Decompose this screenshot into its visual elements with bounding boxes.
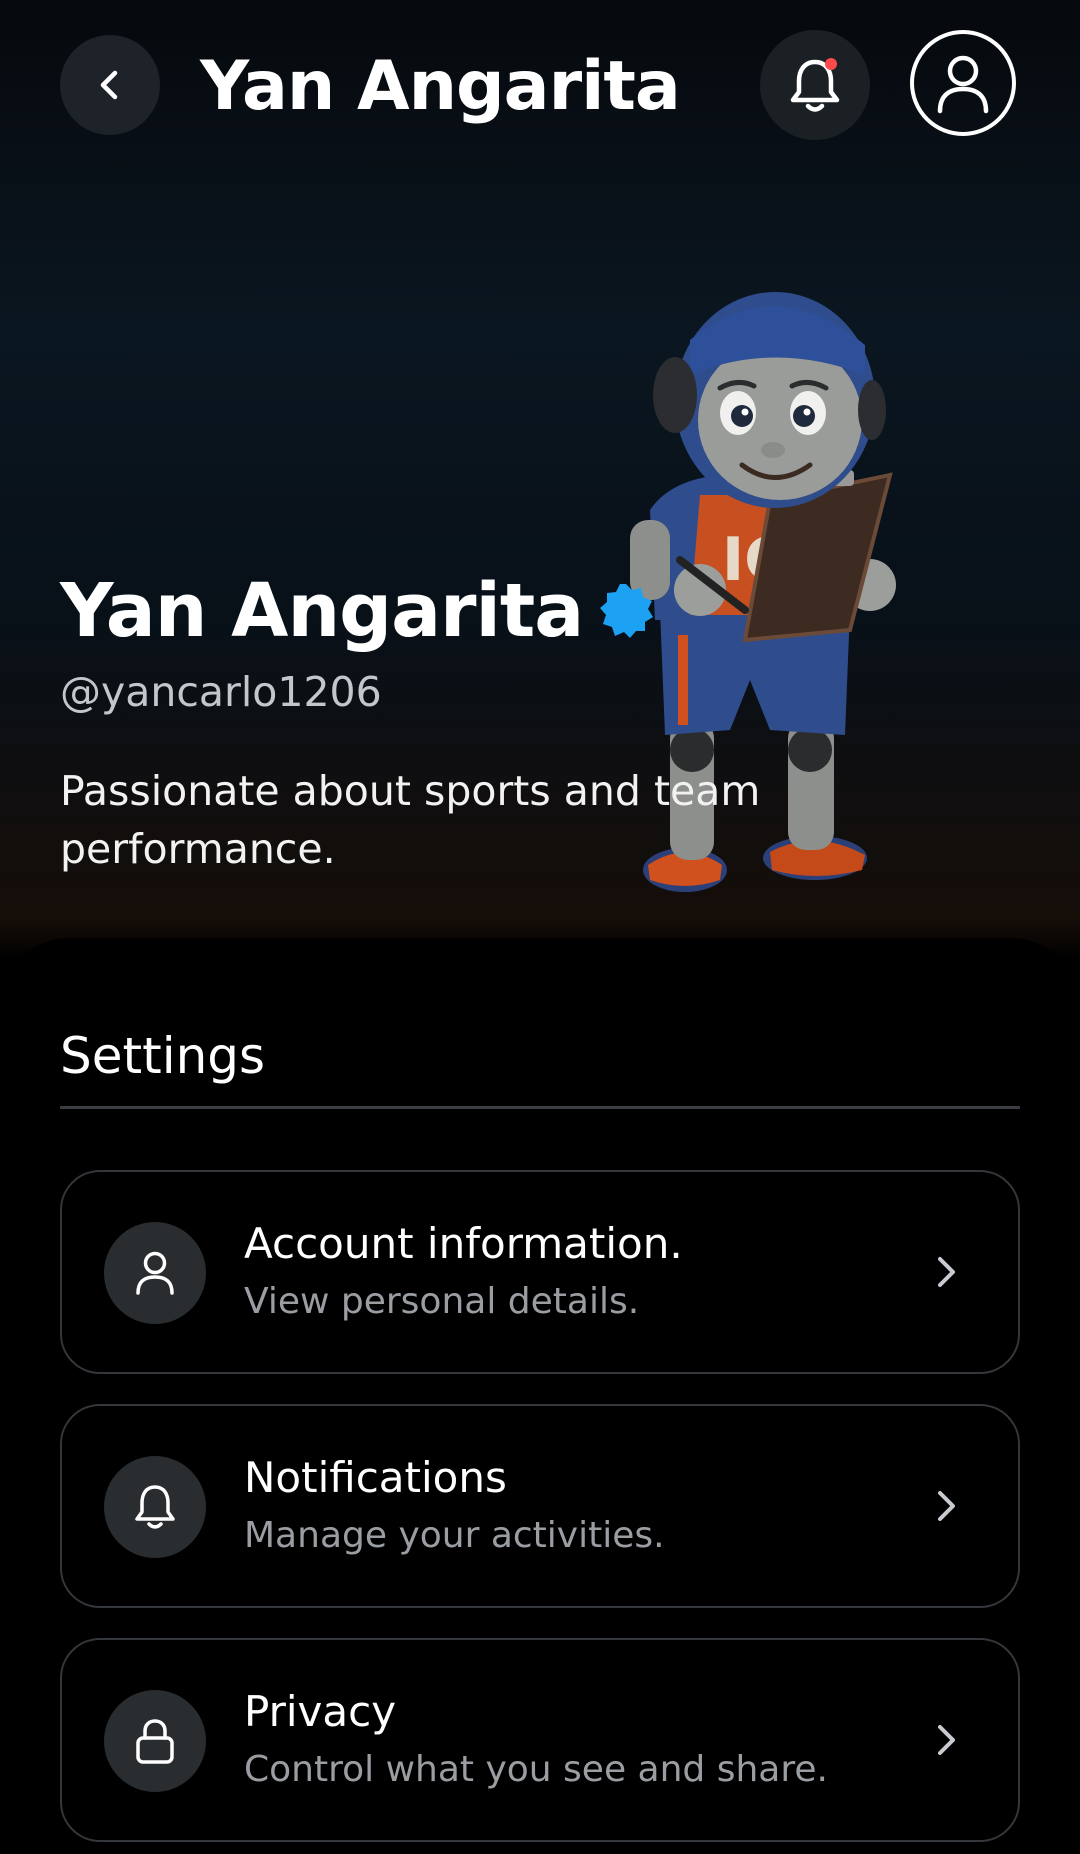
user-icon — [937, 55, 989, 114]
verified-badge-icon — [600, 584, 654, 638]
chevron-left-icon — [100, 70, 118, 100]
settings-item-subtitle: Control what you see and share. — [244, 1749, 828, 1790]
settings-item-icon — [104, 1690, 206, 1792]
settings-item-account-information[interactable]: Account information. View personal detai… — [60, 1170, 1020, 1374]
settings-item-subtitle: View personal details. — [244, 1281, 640, 1322]
top-bar: Yan Angarita — [0, 0, 1080, 170]
user-icon — [136, 1251, 174, 1295]
profile-name: Yan Angarita — [60, 568, 584, 654]
profile-screen: Yan Angarita IC Yan Angarita @yancarlo12… — [0, 0, 1080, 1854]
settings-item-notifications[interactable]: Notifications Manage your activities. — [60, 1404, 1020, 1608]
profile-name-row: Yan Angarita — [60, 565, 655, 657]
profile-handle: @yancarlo1206 — [60, 668, 382, 716]
settings-heading: Settings — [60, 1027, 266, 1085]
settings-panel: Settings Account information. View perso… — [0, 938, 1080, 1854]
chevron-right-icon — [938, 1257, 955, 1287]
settings-item-title: Notifications — [244, 1453, 507, 1502]
settings-item-title: Privacy — [244, 1687, 397, 1736]
chevron-right-icon — [938, 1491, 955, 1521]
settings-item-title: Account information. — [244, 1219, 683, 1268]
settings-item-subtitle: Manage your activities. — [244, 1515, 665, 1556]
settings-item-privacy[interactable]: Privacy Control what you see and share. — [60, 1638, 1020, 1842]
bell-icon — [790, 58, 840, 112]
bell-icon — [135, 1485, 175, 1529]
profile-bio: Passionate about sports and team perform… — [60, 767, 761, 873]
divider — [60, 1106, 1020, 1109]
notification-dot — [825, 58, 837, 70]
settings-item-icon — [104, 1456, 206, 1558]
page-title: Yan Angarita — [200, 47, 681, 126]
profile-avatar-button[interactable] — [910, 30, 1016, 136]
notifications-button[interactable] — [760, 30, 870, 140]
lock-icon — [136, 1719, 174, 1764]
chevron-right-icon — [938, 1725, 955, 1755]
settings-item-icon — [104, 1222, 206, 1324]
back-button[interactable] — [60, 35, 160, 135]
